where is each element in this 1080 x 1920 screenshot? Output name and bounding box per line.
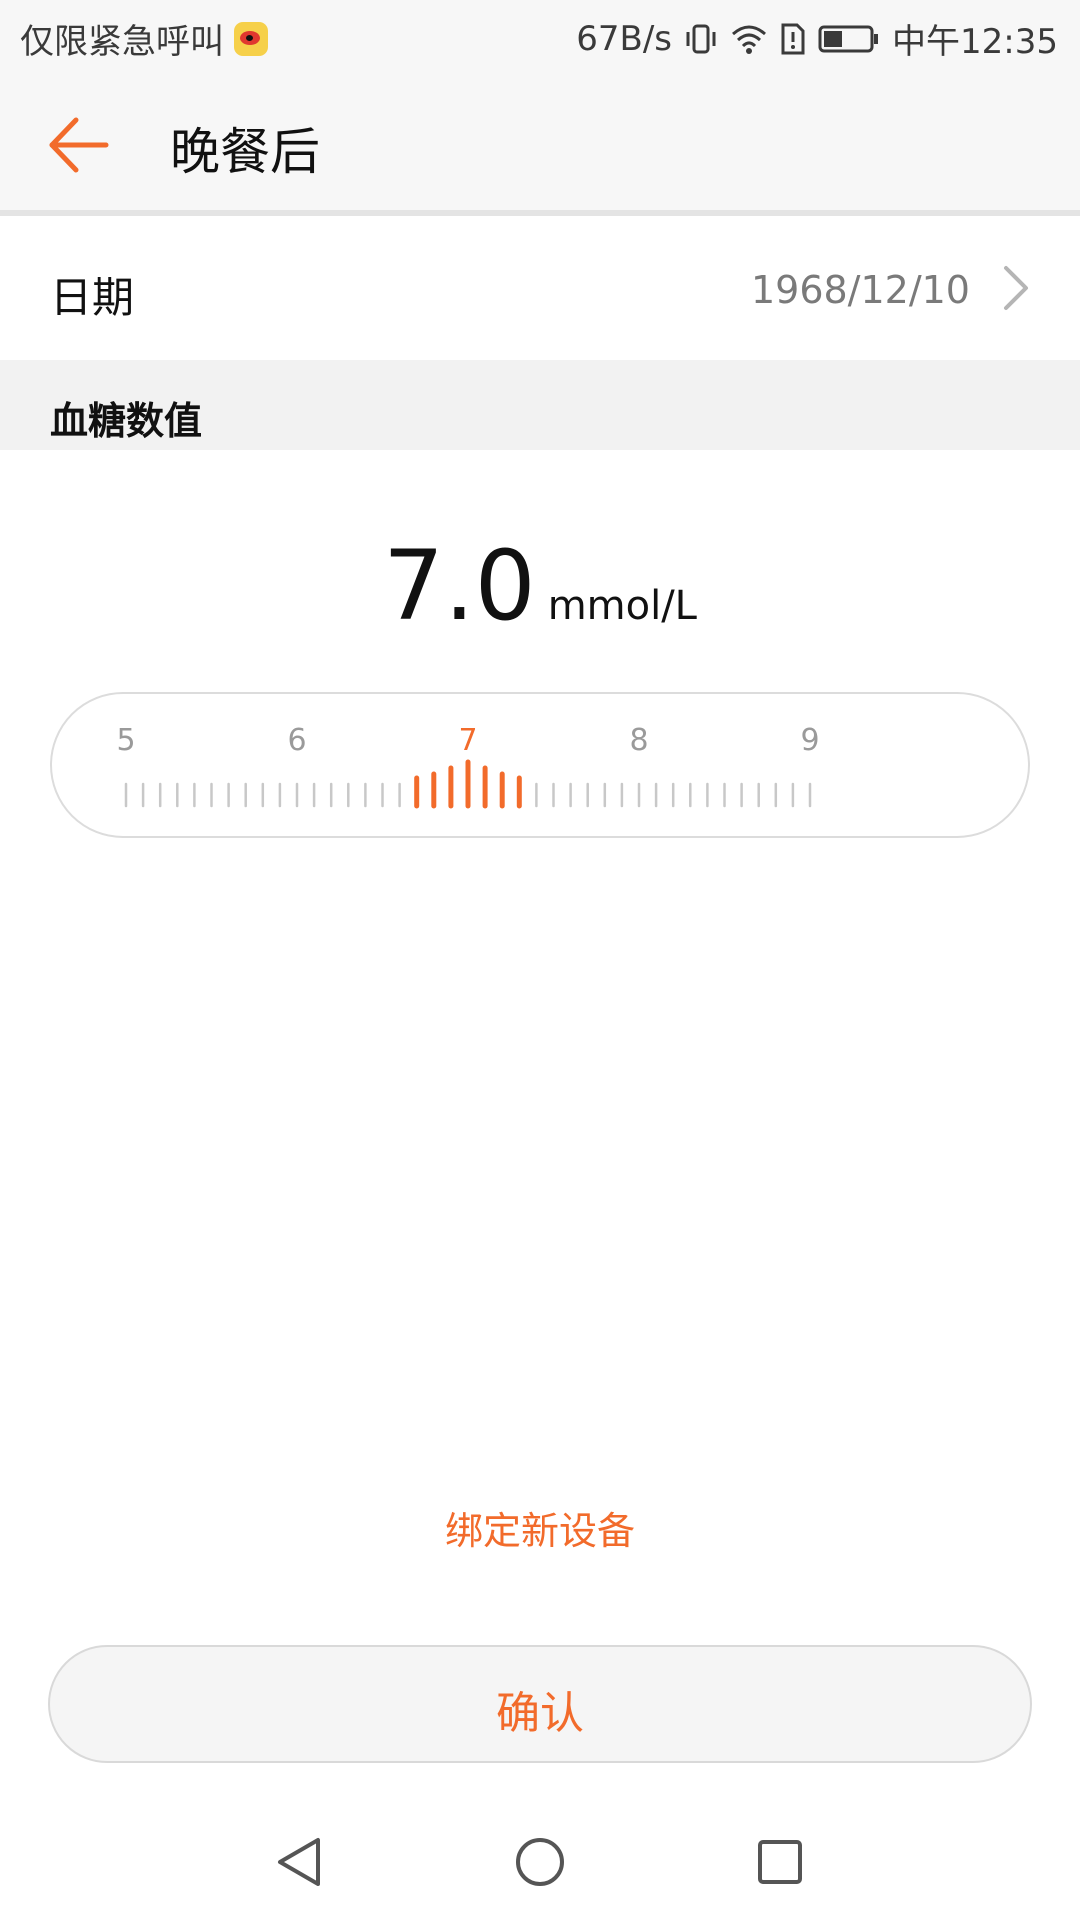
ruler-scale[interactable]: 5 6 7 8 9 xyxy=(52,694,1028,836)
nav-recents-icon[interactable] xyxy=(750,1832,810,1892)
reading-display: 7.0 mmol/L xyxy=(0,530,1080,642)
ruler-label: 9 xyxy=(800,723,819,758)
vibrate-icon xyxy=(684,22,718,56)
chevron-right-icon xyxy=(1004,266,1028,310)
bind-new-device-link[interactable]: 绑定新设备 xyxy=(0,1500,1080,1555)
nav-home-icon[interactable] xyxy=(510,1832,570,1892)
value-ruler[interactable]: 5 6 7 8 9 xyxy=(50,692,1030,838)
date-label: 日期 xyxy=(50,273,135,322)
app-bar: 晚餐后 xyxy=(0,74,1080,216)
date-value: 1968/12/10 xyxy=(750,268,970,312)
wifi-icon xyxy=(730,22,768,56)
ruler-label: 6 xyxy=(287,723,306,758)
emergency-call-text: 仅限紧急呼叫 xyxy=(20,22,224,62)
section-header: 血糖数值 xyxy=(0,360,1080,450)
alert-icon xyxy=(780,22,806,56)
section-label: 血糖数值 xyxy=(50,399,203,443)
confirm-button[interactable]: 确认 xyxy=(48,1645,1032,1763)
page-title: 晚餐后 xyxy=(170,123,320,181)
ruler-label: 7 xyxy=(458,723,477,758)
back-arrow-icon xyxy=(49,117,109,173)
status-right: 67B/s 中午12:35 xyxy=(576,14,1058,63)
nav-back-icon[interactable] xyxy=(270,1832,330,1892)
date-row[interactable]: 日期 1968/12/10 xyxy=(0,216,1080,360)
status-left: 仅限紧急呼叫 xyxy=(20,14,268,63)
status-bar: 仅限紧急呼叫 67B/s 中午12:35 xyxy=(0,0,1080,74)
battery-icon xyxy=(818,24,880,54)
weibo-icon xyxy=(234,21,268,56)
confirm-label: 确认 xyxy=(496,1688,584,1739)
network-speed: 67B/s xyxy=(576,18,673,59)
navigation-bar xyxy=(0,1800,1080,1920)
reading-unit: mmol/L xyxy=(547,583,697,629)
status-time: 中午12:35 xyxy=(892,22,1058,62)
back-button[interactable] xyxy=(44,110,114,180)
ruler-label: 5 xyxy=(116,723,135,758)
reading-value: 7.0 xyxy=(383,530,536,642)
ruler-label: 8 xyxy=(629,723,648,758)
